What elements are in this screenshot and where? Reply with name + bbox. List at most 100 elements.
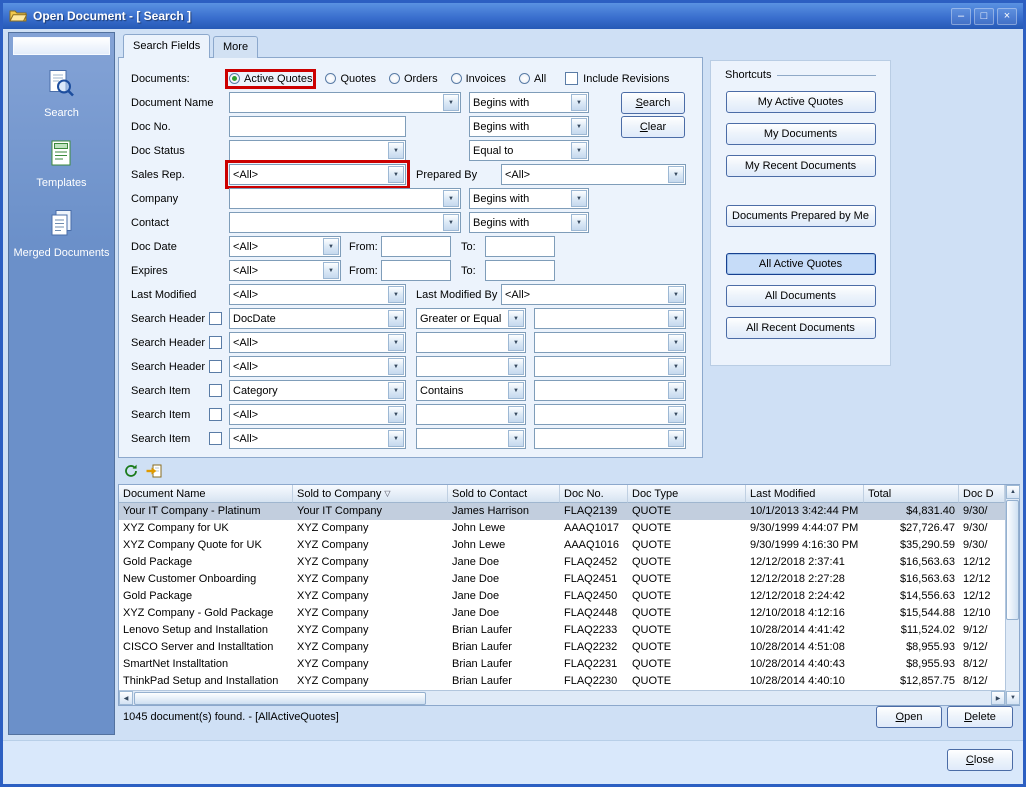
search-item-3-checkbox[interactable]	[209, 432, 222, 445]
dropdown-arrow-icon[interactable]: ▼	[388, 142, 404, 159]
dropdown-arrow-icon[interactable]: ▼	[508, 358, 524, 375]
expires-combo[interactable]: <All> ▼	[229, 260, 341, 281]
dropdown-arrow-icon[interactable]: ▼	[443, 94, 459, 111]
shortcut-my-active-quotes-button[interactable]: My Active Quotes	[726, 91, 876, 113]
dropdown-arrow-icon[interactable]: ▼	[388, 286, 404, 303]
radio-active-quotes[interactable]: Active Quotes	[229, 73, 312, 85]
column-header-document-name[interactable]: Document Name	[119, 485, 293, 503]
table-row[interactable]: ThinkPad Setup and InstallationXYZ Compa…	[119, 673, 1005, 690]
vertical-scroll-thumb[interactable]	[1006, 500, 1019, 620]
table-row[interactable]: New Customer OnboardingXYZ CompanyJane D…	[119, 571, 1005, 588]
search-header-3-checkbox[interactable]	[209, 360, 222, 373]
search-button[interactable]: Search	[621, 92, 685, 114]
radio-invoices[interactable]: Invoices	[451, 73, 506, 85]
search-header-1-checkbox[interactable]	[209, 312, 222, 325]
document-name-op-combo[interactable]: Begins with ▼	[469, 92, 589, 113]
dropdown-arrow-icon[interactable]: ▼	[388, 310, 404, 327]
search-item-1-op-combo[interactable]: Contains▼	[416, 380, 526, 401]
radio-icon[interactable]	[519, 73, 530, 84]
dropdown-arrow-icon[interactable]: ▼	[668, 358, 684, 375]
search-header-3-value-combo[interactable]: ▼	[534, 356, 686, 377]
table-row[interactable]: Your IT Company - PlatinumYour IT Compan…	[119, 503, 1005, 520]
search-header-1-field-combo[interactable]: DocDate▼	[229, 308, 406, 329]
dropdown-arrow-icon[interactable]: ▼	[508, 310, 524, 327]
dropdown-arrow-icon[interactable]: ▼	[443, 190, 459, 207]
tab-search-fields[interactable]: Search Fields	[123, 34, 210, 58]
shortcut-all-recent-documents-button[interactable]: All Recent Documents	[726, 317, 876, 339]
dropdown-arrow-icon[interactable]: ▼	[388, 406, 404, 423]
close-icon[interactable]: ×	[997, 8, 1017, 25]
doc-no-op-combo[interactable]: Begins with ▼	[469, 116, 589, 137]
shortcut-my-documents-button[interactable]: My Documents	[726, 123, 876, 145]
dropdown-arrow-icon[interactable]: ▼	[443, 214, 459, 231]
column-header-doc-no[interactable]: Doc No.	[560, 485, 628, 503]
contact-op-combo[interactable]: Begins with ▼	[469, 212, 589, 233]
radio-orders[interactable]: Orders	[389, 73, 438, 85]
open-button[interactable]: Open	[876, 706, 942, 728]
dropdown-arrow-icon[interactable]: ▼	[508, 334, 524, 351]
dropdown-arrow-icon[interactable]: ▼	[571, 94, 587, 111]
sidebar-item-merged-documents[interactable]: Merged Documents	[14, 209, 110, 259]
doc-date-to-input[interactable]	[485, 236, 555, 257]
minimize-icon[interactable]: –	[951, 8, 971, 25]
table-row[interactable]: Lenovo Setup and InstallationXYZ Company…	[119, 622, 1005, 639]
scroll-right-icon[interactable]: ▶	[991, 691, 1005, 705]
dropdown-arrow-icon[interactable]: ▼	[668, 430, 684, 447]
company-input[interactable]	[230, 190, 442, 207]
table-row[interactable]: CISCO Server and InstalltationXYZ Compan…	[119, 639, 1005, 656]
document-name-combo[interactable]: ▼	[229, 92, 461, 113]
search-item-3-value-combo[interactable]: ▼	[534, 428, 686, 449]
document-name-input[interactable]	[230, 94, 442, 111]
include-revisions-option[interactable]: Include Revisions	[565, 72, 669, 85]
shortcut-all-active-quotes-button[interactable]: All Active Quotes	[726, 253, 876, 275]
delete-button[interactable]: Delete	[947, 706, 1013, 728]
search-item-3-field-combo[interactable]: <All>▼	[229, 428, 406, 449]
dropdown-arrow-icon[interactable]: ▼	[571, 190, 587, 207]
radio-icon[interactable]	[389, 73, 400, 84]
contact-input[interactable]	[230, 214, 442, 231]
contact-combo[interactable]: ▼	[229, 212, 461, 233]
search-item-3-op-combo[interactable]: ▼	[416, 428, 526, 449]
dropdown-arrow-icon[interactable]: ▼	[668, 406, 684, 423]
doc-status-op-combo[interactable]: Equal to ▼	[469, 140, 589, 161]
dropdown-arrow-icon[interactable]: ▼	[571, 214, 587, 231]
maximize-icon[interactable]: □	[974, 8, 994, 25]
table-row[interactable]: SmartNet InstalltationXYZ CompanyBrian L…	[119, 656, 1005, 673]
include-revisions-checkbox[interactable]	[565, 72, 578, 85]
radio-icon[interactable]	[229, 73, 240, 84]
search-header-3-op-combo[interactable]: ▼	[416, 356, 526, 377]
table-row[interactable]: Gold PackageXYZ CompanyJane DoeFLAQ2450Q…	[119, 588, 1005, 605]
radio-all[interactable]: All	[519, 73, 546, 85]
search-header-3-field-combo[interactable]: <All>▼	[229, 356, 406, 377]
search-item-1-checkbox[interactable]	[209, 384, 222, 397]
radio-icon[interactable]	[451, 73, 462, 84]
dropdown-arrow-icon[interactable]: ▼	[668, 382, 684, 399]
search-item-1-value-combo[interactable]: ▼	[534, 380, 686, 401]
search-header-2-field-combo[interactable]: <All>▼	[229, 332, 406, 353]
dropdown-arrow-icon[interactable]: ▼	[508, 430, 524, 447]
dropdown-arrow-icon[interactable]: ▼	[388, 334, 404, 351]
radio-icon[interactable]	[325, 73, 336, 84]
search-header-2-value-combo[interactable]: ▼	[534, 332, 686, 353]
scroll-down-icon[interactable]: ▼	[1006, 691, 1020, 705]
dropdown-arrow-icon[interactable]: ▼	[668, 334, 684, 351]
column-header-sold-to-company[interactable]: Sold to Company▽	[293, 485, 448, 503]
table-row[interactable]: XYZ Company Quote for UKXYZ CompanyJohn …	[119, 537, 1005, 554]
search-item-2-field-combo[interactable]: <All>▼	[229, 404, 406, 425]
table-row[interactable]: Gold PackageXYZ CompanyJane DoeFLAQ2452Q…	[119, 554, 1005, 571]
export-icon[interactable]	[145, 462, 162, 479]
doc-date-combo[interactable]: <All> ▼	[229, 236, 341, 257]
column-header-last-modified[interactable]: Last Modified	[746, 485, 864, 503]
horizontal-scroll-thumb[interactable]	[134, 692, 426, 705]
search-header-1-value-combo[interactable]: ▼	[534, 308, 686, 329]
company-op-combo[interactable]: Begins with ▼	[469, 188, 589, 209]
search-header-2-op-combo[interactable]: ▼	[416, 332, 526, 353]
dropdown-arrow-icon[interactable]: ▼	[508, 382, 524, 399]
dropdown-arrow-icon[interactable]: ▼	[571, 118, 587, 135]
table-row[interactable]: XYZ Company - Gold PackageXYZ CompanyJan…	[119, 605, 1005, 622]
search-item-1-field-combo[interactable]: Category▼	[229, 380, 406, 401]
sales-rep-combo[interactable]: <All> ▼	[229, 164, 406, 185]
expires-from-input[interactable]	[381, 260, 451, 281]
dropdown-arrow-icon[interactable]: ▼	[388, 166, 404, 183]
column-header-sold-to-contact[interactable]: Sold to Contact	[448, 485, 560, 503]
